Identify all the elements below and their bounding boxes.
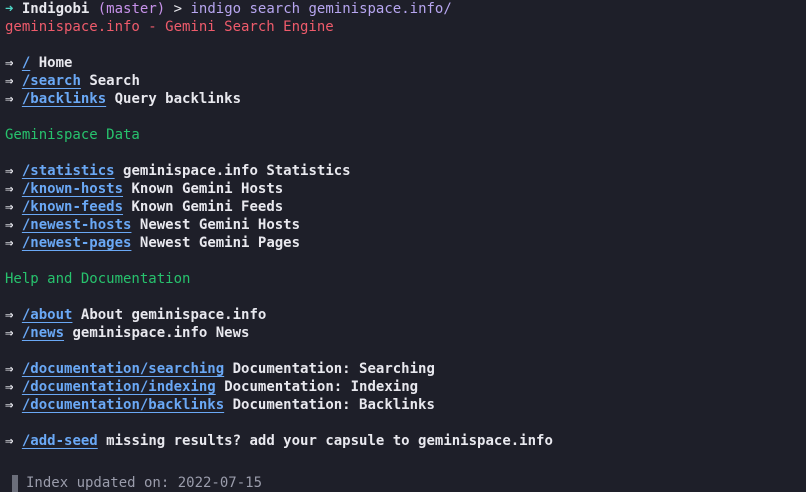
quote-bar-icon [12,474,18,492]
quote-text: Index updated on: 2022-07-15 [26,475,263,491]
link-arrow-icon: ⇒ [5,379,14,395]
link-row: ⇒ /documentation/searching Documentation… [5,360,806,378]
link-arrow-icon: ⇒ [5,397,14,413]
link-row: ⇒ /add-seed missing results? add your ca… [5,432,806,450]
link-doc-searching[interactable]: /documentation/searching [22,361,224,377]
link-arrow-icon: ⇒ [5,199,14,215]
link-label: Known Gemini Hosts [131,181,284,197]
link-label: Documentation: Backlinks [232,397,435,413]
link-label: geminispace.info News [72,325,250,341]
link-row: ⇒ /about About geminispace.info [5,306,806,324]
link-label: Query backlinks [114,91,242,107]
link-label: Known Gemini Feeds [131,199,284,215]
link-search[interactable]: /search [22,73,81,89]
link-row: ⇒ /newest-hosts Newest Gemini Hosts [5,216,806,234]
link-row: ⇒ /known-hosts Known Gemini Hosts [5,180,806,198]
page-title: geminispace.info - Gemini Search Engine [5,19,334,35]
link-arrow-icon: ⇒ [5,55,14,71]
link-label: Newest Gemini Hosts [139,217,301,233]
link-doc-indexing[interactable]: /documentation/indexing [22,379,216,395]
link-newest-pages[interactable]: /newest-pages [22,235,132,251]
link-arrow-icon: ⇒ [5,73,14,89]
link-known-hosts[interactable]: /known-hosts [22,181,123,197]
link-label: Documentation: Searching [232,361,435,377]
link-label: geminispace.info Statistics [123,163,351,179]
section-heading-data: Geminispace Data [5,127,140,143]
link-doc-backlinks[interactable]: /documentation/backlinks [22,397,224,413]
link-arrow-icon: ⇒ [5,307,14,323]
link-label: Documentation: Indexing [224,379,419,395]
link-home[interactable]: / [22,55,30,71]
footer-quote: Index updated on: 2022-07-15 [5,474,806,492]
link-row: ⇒ /documentation/indexing Documentation:… [5,378,806,396]
link-row: ⇒ /known-feeds Known Gemini Feeds [5,198,806,216]
link-news[interactable]: /news [22,325,64,341]
link-about[interactable]: /about [22,307,73,323]
prompt-arrow-icon: ➜ [5,1,14,17]
section-heading-help: Help and Documentation [5,271,191,287]
link-backlinks[interactable]: /backlinks [22,91,106,107]
prompt-line: ➜ Indigobi (master) > indigo search gemi… [5,0,806,18]
prompt-command: indigo search geminispace.info/ [190,1,452,17]
link-label: Home [38,55,73,71]
link-arrow-icon: ⇒ [5,361,14,377]
link-row: ⇒ /statistics geminispace.info Statistic… [5,162,806,180]
link-arrow-icon: ⇒ [5,433,14,449]
link-arrow-icon: ⇒ [5,325,14,341]
link-row: ⇒ /news geminispace.info News [5,324,806,342]
link-arrow-icon: ⇒ [5,163,14,179]
link-statistics[interactable]: /statistics [22,163,115,179]
link-row: ⇒ / Home [5,54,806,72]
prompt-user: Indigobi [21,1,90,17]
link-label: Search [89,73,140,89]
link-arrow-icon: ⇒ [5,217,14,233]
link-label: missing results? add your capsule to gem… [106,433,553,449]
link-known-feeds[interactable]: /known-feeds [22,199,123,215]
link-row: ⇒ /newest-pages Newest Gemini Pages [5,234,806,252]
link-row: ⇒ /backlinks Query backlinks [5,90,806,108]
prompt-branch: (master) [97,1,166,17]
link-arrow-icon: ⇒ [5,181,14,197]
link-label: About geminispace.info [80,307,267,323]
prompt-symbol: > [173,1,183,17]
link-row: ⇒ /documentation/backlinks Documentation… [5,396,806,414]
link-label: Newest Gemini Pages [139,235,301,251]
link-row: ⇒ /search Search [5,72,806,90]
link-newest-hosts[interactable]: /newest-hosts [22,217,132,233]
link-arrow-icon: ⇒ [5,91,14,107]
link-arrow-icon: ⇒ [5,235,14,251]
terminal-output: ➜ Indigobi (master) > indigo search gemi… [5,0,806,492]
link-add-seed[interactable]: /add-seed [22,433,98,449]
